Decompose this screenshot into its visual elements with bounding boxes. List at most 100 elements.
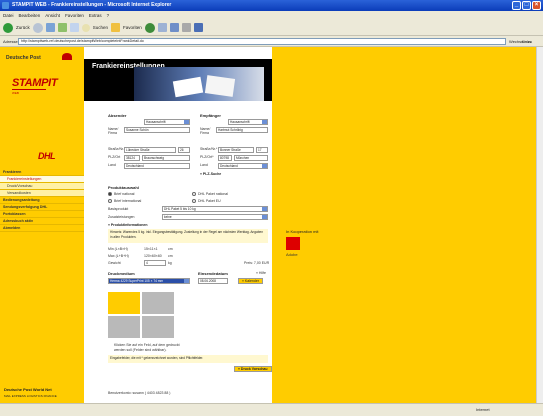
print-position-bottom-right[interactable] <box>142 316 174 338</box>
sender-house-input[interactable]: 26 <box>178 147 190 153</box>
radio-icon <box>192 192 196 197</box>
weight-unit: kg <box>168 261 172 265</box>
recipient-city-input[interactable]: München <box>234 155 268 161</box>
print-medium-select[interactable]: Herma 4229 SuperPrint 105 × 74 mm <box>108 278 190 284</box>
edit-icon[interactable] <box>193 23 203 32</box>
recipient-country-label: Land <box>200 163 208 167</box>
plz-search-link[interactable]: » PLZ-Suche <box>200 172 221 176</box>
stop-icon[interactable] <box>45 23 55 32</box>
sender-country-input[interactable]: Deutschland <box>124 163 190 169</box>
maximize-button[interactable]: □ <box>522 1 531 10</box>
print-preview-button[interactable]: » Druck Vorschau <box>234 366 272 372</box>
min-size-unit: cm <box>168 247 173 251</box>
history-icon[interactable] <box>157 23 167 32</box>
weight-label: Gewicht <box>108 261 121 265</box>
favorites-label[interactable]: Favoriten <box>123 25 142 30</box>
print-medium-heading: Druckmedium <box>108 271 135 276</box>
print-position-note: Klicken Sie auf ein Feld, auf dem gedruc… <box>114 343 180 352</box>
base-product-select[interactable]: DHL Paket 5 bis 10 kg <box>162 206 268 212</box>
back-icon[interactable] <box>3 22 13 33</box>
product-option[interactable]: Brief national <box>108 192 134 197</box>
address-input[interactable]: http://stampitweb-ref.deutschepost.de/st… <box>18 38 506 45</box>
nav-versandkosten[interactable]: Versandkosten <box>0 190 84 197</box>
recipient-zip-input[interactable]: 80798 <box>218 155 232 161</box>
extras-label: Zusatzleistungen <box>108 215 135 219</box>
base-product-label: Basisprodukt <box>108 207 129 211</box>
menu-tools[interactable]: Extras <box>89 11 102 20</box>
recipient-street-input[interactable]: Bonner Straße <box>218 147 254 153</box>
nav-abmelden[interactable]: Abmelden <box>0 225 84 232</box>
nav-bedienungsanleitung[interactable]: Bedienungsanleitung <box>0 197 84 204</box>
footer-brand: Deutsche Post World Net <box>4 387 52 392</box>
nav-druck-vorschau[interactable]: Druck/Vorschau <box>0 183 84 190</box>
recipient-name-input[interactable]: Hartmut Schröbig <box>216 127 268 133</box>
sender-zip-input[interactable]: 38124 <box>124 155 140 161</box>
sender-street-input[interactable]: Lübecker Straße <box>124 147 176 153</box>
product-option[interactable]: Brief international <box>108 199 142 204</box>
envelope-image <box>172 76 204 98</box>
links-label[interactable]: Links <box>522 36 531 47</box>
date-input[interactable]: 08.06.2008 <box>198 278 228 284</box>
close-button[interactable]: × <box>532 1 541 10</box>
radio-icon <box>192 199 196 204</box>
recipient-house-input[interactable]: 17 <box>256 147 268 153</box>
recipient-name-label: Name/ Firma <box>200 127 211 135</box>
recipient-country-select[interactable]: Deutschland <box>218 163 268 169</box>
menu-bar: Datei Bearbeiten Ansicht Favoriten Extra… <box>0 11 543 20</box>
menu-file[interactable]: Datei <box>3 11 14 20</box>
menu-favorites[interactable]: Favoriten <box>65 11 84 20</box>
sender-type-select[interactable]: Hausanschrift <box>144 119 190 125</box>
vertical-scrollbar[interactable] <box>536 47 543 403</box>
print-position-top-right[interactable] <box>142 292 174 314</box>
print-icon[interactable] <box>181 23 191 32</box>
date-heading: Einsendedatum <box>198 271 228 276</box>
nav-portoklassen[interactable]: Portoklassen <box>0 211 84 218</box>
minimize-button[interactable]: _ <box>512 1 521 10</box>
mail-icon[interactable] <box>169 23 179 32</box>
recipient-zip-label: PLZ/Ort* <box>200 155 214 159</box>
page-header: Frankiereinstellungen <box>84 59 272 101</box>
print-position-bottom-left[interactable] <box>108 316 140 338</box>
stampit-sub: WEB <box>12 91 19 95</box>
recipient-type-select[interactable]: Hausanschrift <box>228 119 268 125</box>
calendar-button[interactable]: » Kalender <box>238 278 263 284</box>
recipient-heading: Empfänger <box>200 113 221 118</box>
window-controls: _ □ × <box>512 1 541 10</box>
product-option[interactable]: DHL Paket EU <box>192 199 221 204</box>
sender-country-label: Land <box>108 163 116 167</box>
weight-input[interactable]: 4 <box>144 260 166 266</box>
favorites-icon[interactable] <box>111 23 121 32</box>
account-info: Benutzerkonto: susann ( 4403 4823 88 ) <box>108 391 171 395</box>
max-size-label: Max (L+B+H) <box>108 254 129 258</box>
home-icon[interactable] <box>69 23 79 32</box>
search-label[interactable]: Suchen <box>93 25 108 30</box>
min-size-label: Min (L×B×H) <box>108 247 128 251</box>
nav-frankiereinstellungen[interactable]: Frankiereinstellungen <box>0 176 84 183</box>
menu-view[interactable]: Ansicht <box>45 11 60 20</box>
print-position-top-left[interactable] <box>108 292 140 314</box>
sender-heading: Absender <box>108 113 127 118</box>
address-bar: Adresse http://stampitweb-ref.deutschepo… <box>0 36 543 47</box>
help-link[interactable]: » Hilfe <box>256 271 266 275</box>
product-option-label: Brief international <box>114 199 142 203</box>
product-option[interactable]: DHL Paket national <box>192 192 228 197</box>
sender-city-input[interactable]: Braunschweig <box>142 155 190 161</box>
menu-help[interactable]: ? <box>107 11 110 20</box>
adobe-label: Adobe <box>286 252 298 257</box>
search-icon[interactable] <box>81 23 90 32</box>
price-label: Preis: 7,00 EUR <box>244 261 270 265</box>
nav-frankieren[interactable]: Frankieren <box>0 169 84 176</box>
extras-select[interactable]: keine <box>162 214 268 220</box>
nav-sendungsverfolgung[interactable]: Sendungsverfolgung DHL <box>0 204 84 211</box>
nav-adressbuch[interactable]: Adressbuch aktiv <box>0 218 84 225</box>
refresh-icon[interactable] <box>57 23 67 32</box>
forward-icon[interactable] <box>32 22 43 33</box>
dhl-logo: DHL <box>38 151 56 161</box>
media-icon[interactable] <box>144 22 155 33</box>
sender-name-input[interactable]: Susanne Schön <box>124 127 190 133</box>
internet-zone: Internet <box>476 407 490 412</box>
sidebar: Deutsche Post STAMPIT WEB DHL Frankieren… <box>0 47 84 403</box>
menu-edit[interactable]: Bearbeiten <box>19 11 41 20</box>
back-label[interactable]: Zurück <box>16 25 30 30</box>
adobe-logo-icon[interactable] <box>286 237 300 250</box>
